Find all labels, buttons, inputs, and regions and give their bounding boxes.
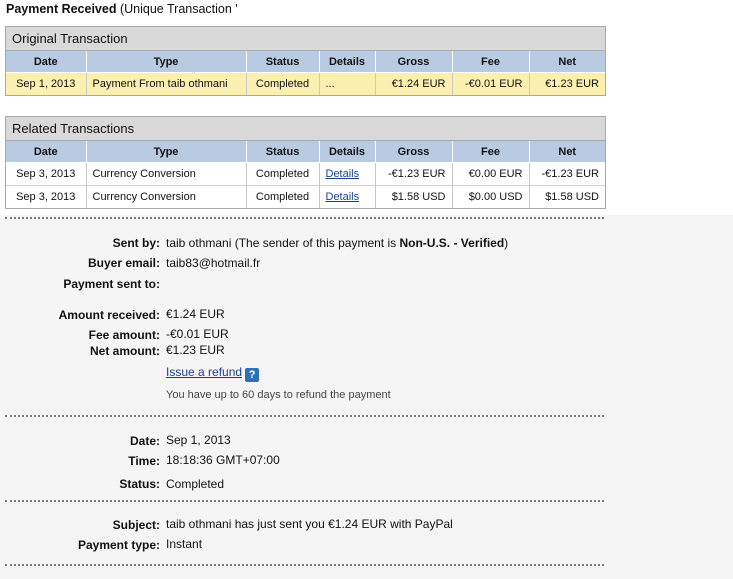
sender-status-prefix: (The sender of this payment is xyxy=(234,236,397,250)
cell-status: Completed xyxy=(246,185,320,208)
column-header-date: Date xyxy=(6,51,87,73)
cell-fee: -€0.01 EUR xyxy=(452,72,530,95)
amount-received-value: €1.24 EUR xyxy=(166,307,225,321)
column-header-gross: Gross xyxy=(375,141,453,163)
original-transaction-panel: Original Transaction Date Type Status De… xyxy=(5,26,606,96)
cell-type: Payment From taib othmani xyxy=(86,72,247,95)
section-divider xyxy=(5,217,604,219)
original-transaction-table: Date Type Status Details Gross Fee Net S… xyxy=(6,51,605,95)
status-label: Status: xyxy=(119,477,160,491)
column-header-date: Date xyxy=(6,141,87,163)
cell-gross: -€1.23 EUR xyxy=(375,162,453,186)
table-header-row: Date Type Status Details Gross Fee Net xyxy=(6,141,605,163)
cell-net: €1.23 EUR xyxy=(529,72,605,95)
section-divider xyxy=(5,415,604,417)
buyer-email-value: taib83@hotmail.fr xyxy=(166,256,261,270)
table-header-row: Date Type Status Details Gross Fee Net xyxy=(6,51,605,73)
amount-received-label: Amount received: xyxy=(58,308,160,322)
details-link[interactable]: Details xyxy=(326,168,360,180)
cell-type: Currency Conversion xyxy=(86,185,247,208)
time-label: Time: xyxy=(128,454,160,468)
net-amount-label: Net amount: xyxy=(90,344,160,358)
cell-date: Sep 3, 2013 xyxy=(6,185,87,208)
net-amount-value: €1.23 EUR xyxy=(166,343,225,357)
sender-status-suffix: ) xyxy=(504,236,509,250)
subject-value: taib othmani has just sent you €1.24 EUR… xyxy=(166,517,453,531)
cell-net: $1.58 USD xyxy=(529,185,605,208)
column-header-fee: Fee xyxy=(452,51,530,73)
buyer-email-label: Buyer email: xyxy=(87,256,160,270)
sender-verification-status: Non-U.S. - Verified xyxy=(399,236,505,250)
related-transactions-panel: Related Transactions Date Type Status De… xyxy=(5,116,606,209)
column-header-type: Type xyxy=(86,51,247,73)
fee-amount-value: -€0.01 EUR xyxy=(166,327,229,341)
fee-amount-label: Fee amount: xyxy=(88,328,160,342)
payment-sent-to-label: Payment sent to: xyxy=(63,277,160,291)
page-title-main: Payment Received xyxy=(6,2,117,16)
original-transaction-title: Original Transaction xyxy=(6,27,605,51)
sent-by-label: Sent by: xyxy=(112,236,160,250)
subject-label: Subject: xyxy=(112,518,160,532)
date-value: Sep 1, 2013 xyxy=(166,433,231,447)
table-row: Sep 1, 2013 Payment From taib othmani Co… xyxy=(6,72,605,95)
time-value: 18:18:36 GMT+07:00 xyxy=(166,453,280,467)
payment-sent-to-value xyxy=(166,277,286,291)
cell-net: -€1.23 EUR xyxy=(529,162,605,186)
column-header-status: Status xyxy=(246,51,320,73)
related-transactions-table: Date Type Status Details Gross Fee Net S… xyxy=(6,141,605,208)
help-icon[interactable]: ? xyxy=(245,368,260,382)
related-transactions-title: Related Transactions xyxy=(6,117,605,141)
column-header-net: Net xyxy=(529,51,605,73)
sent-by-value: taib othmani (The sender of this payment… xyxy=(166,236,508,250)
issue-refund-link[interactable]: Issue a refund xyxy=(166,365,242,379)
table-row: Sep 3, 2013 Currency Conversion Complete… xyxy=(6,162,605,186)
cell-status: Completed xyxy=(246,72,320,95)
cell-details: ... xyxy=(319,72,376,95)
date-label: Date: xyxy=(129,434,160,448)
payment-type-value: Instant xyxy=(166,537,203,551)
cell-fee: $0.00 USD xyxy=(452,185,530,208)
column-header-gross: Gross xyxy=(375,51,453,73)
column-header-details: Details xyxy=(319,141,376,163)
section-divider xyxy=(5,500,604,502)
details-link[interactable]: Details xyxy=(326,191,360,203)
redacted-recipient xyxy=(166,280,286,288)
cell-date: Sep 3, 2013 xyxy=(6,162,87,186)
column-header-status: Status xyxy=(246,141,320,163)
cell-gross: $1.58 USD xyxy=(375,185,453,208)
refund-note: You have up to 60 days to refund the pay… xyxy=(166,389,391,401)
table-row: Sep 3, 2013 Currency Conversion Complete… xyxy=(6,185,605,208)
cell-type: Currency Conversion xyxy=(86,162,247,186)
status-value: Completed xyxy=(166,477,225,491)
column-header-net: Net xyxy=(529,141,605,163)
cell-gross: €1.24 EUR xyxy=(375,72,453,95)
refund-row: Issue a refund? xyxy=(166,365,260,382)
payment-type-label: Payment type: xyxy=(77,538,160,552)
page-title-transaction: (Unique Transaction ' xyxy=(119,2,238,16)
sender-name: taib othmani xyxy=(166,236,232,250)
page-title: Payment Received (Unique Transaction ' xyxy=(6,2,238,16)
cell-date: Sep 1, 2013 xyxy=(6,72,87,95)
column-header-fee: Fee xyxy=(452,141,530,163)
section-divider xyxy=(5,564,604,566)
column-header-type: Type xyxy=(86,141,247,163)
cell-fee: €0.00 EUR xyxy=(452,162,530,186)
cell-status: Completed xyxy=(246,162,320,186)
column-header-details: Details xyxy=(319,51,376,73)
